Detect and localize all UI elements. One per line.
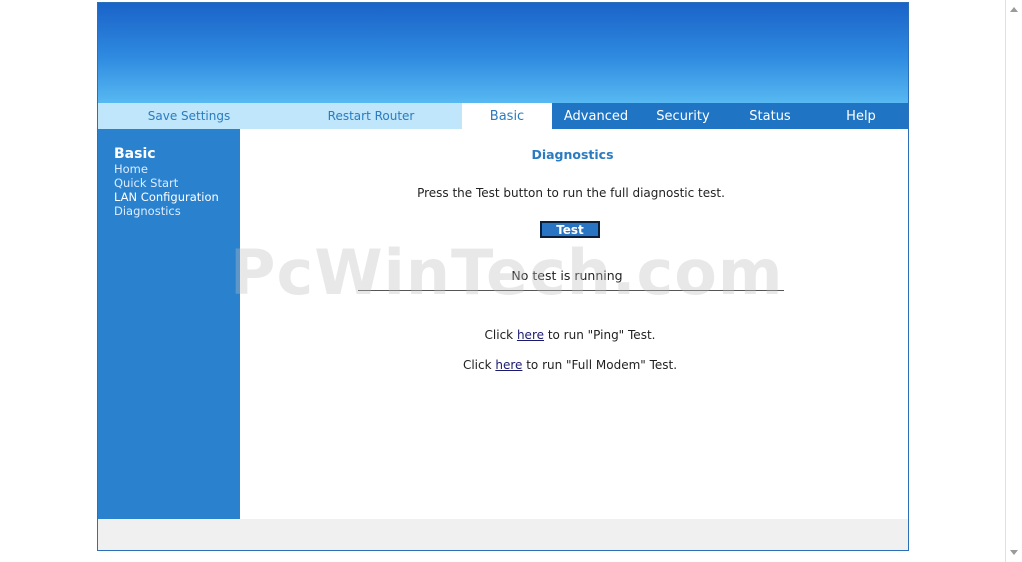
- router-page-frame: Save Settings Restart Router Basic Advan…: [97, 2, 909, 551]
- tab-help[interactable]: Help: [814, 103, 908, 129]
- ping-test-link[interactable]: here: [517, 328, 544, 342]
- tab-status[interactable]: Status: [726, 103, 814, 129]
- sidebar-item-quick-start[interactable]: Quick Start: [114, 176, 240, 190]
- sidebar: Basic Home Quick Start LAN Configuration…: [98, 129, 240, 519]
- ping-test-line: Click here to run "Ping" Test.: [240, 328, 900, 342]
- test-status-text: No test is running: [511, 268, 623, 283]
- footer-bar: [98, 519, 908, 550]
- header-banner: [98, 3, 908, 103]
- ping-suffix: to run "Ping" Test.: [544, 328, 656, 342]
- sidebar-item-home[interactable]: Home: [114, 162, 240, 176]
- modem-test-link[interactable]: here: [495, 358, 522, 372]
- ping-prefix: Click: [484, 328, 517, 342]
- scroll-down-arrow-icon[interactable]: [1010, 550, 1018, 555]
- test-button[interactable]: Test: [540, 221, 600, 238]
- sidebar-item-diagnostics[interactable]: Diagnostics: [114, 204, 240, 218]
- save-settings-link[interactable]: Save Settings: [98, 103, 280, 129]
- main-content: Diagnostics Press the Test button to run…: [240, 129, 908, 519]
- scroll-up-arrow-icon[interactable]: [1010, 7, 1018, 12]
- restart-router-link[interactable]: Restart Router: [280, 103, 462, 129]
- tab-advanced[interactable]: Advanced: [552, 103, 640, 129]
- modem-suffix: to run "Full Modem" Test.: [522, 358, 678, 372]
- status-divider: [358, 290, 784, 291]
- modem-test-line: Click here to run "Full Modem" Test.: [240, 358, 900, 372]
- tab-basic[interactable]: Basic: [462, 103, 552, 129]
- vertical-scrollbar[interactable]: [1005, 0, 1022, 562]
- modem-prefix: Click: [462, 358, 496, 372]
- tab-security[interactable]: Security: [640, 103, 726, 129]
- instruction-text: Press the Test button to run the full di…: [417, 186, 725, 200]
- page-title: Diagnostics: [531, 147, 614, 162]
- top-navigation: Save Settings Restart Router Basic Advan…: [98, 103, 908, 129]
- sidebar-item-lan-configuration[interactable]: LAN Configuration: [114, 190, 240, 204]
- sidebar-title: Basic: [114, 146, 156, 162]
